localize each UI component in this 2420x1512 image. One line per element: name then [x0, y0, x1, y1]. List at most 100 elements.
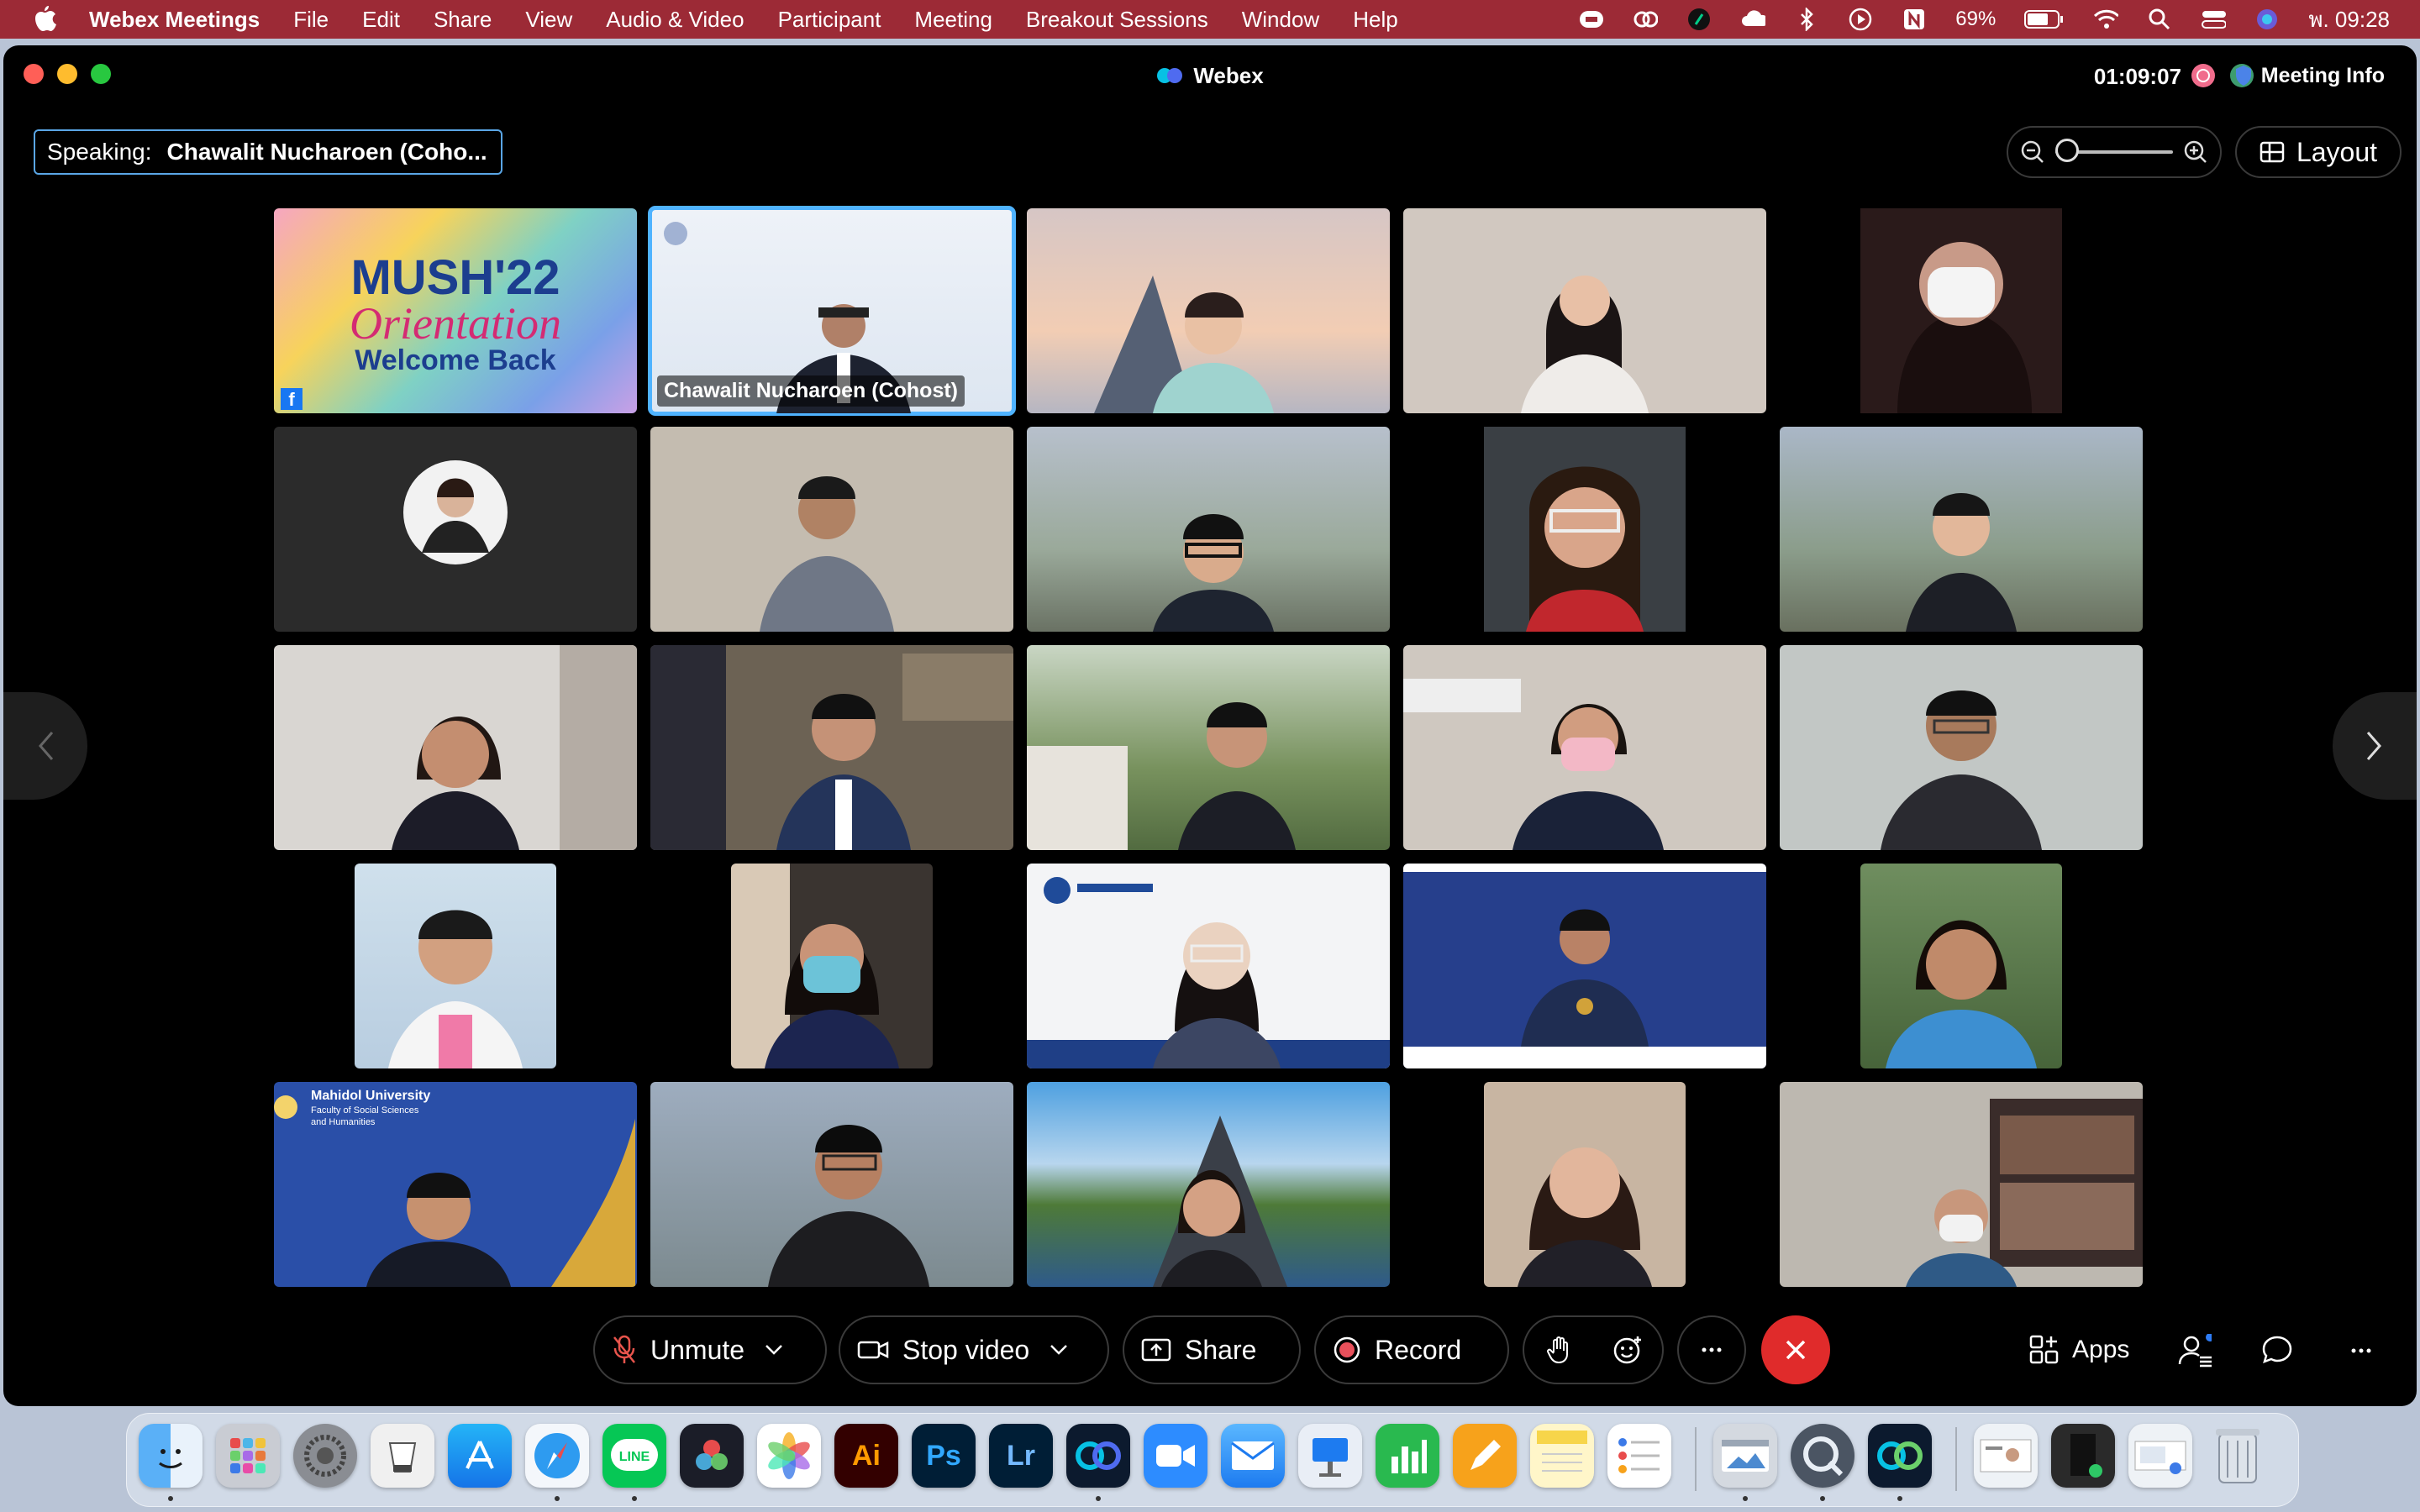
menu-edit[interactable]: Edit [362, 7, 400, 33]
participant-tile[interactable] [1027, 864, 1390, 1068]
menu-breakout-sessions[interactable]: Breakout Sessions [1026, 7, 1208, 33]
participant-tile[interactable]: Mahidol University Faculty of Social Sci… [274, 1082, 637, 1287]
launchpad-icon[interactable] [216, 1424, 280, 1488]
apps-button[interactable]: Apps [2028, 1315, 2129, 1384]
zoom-slider[interactable] [2007, 126, 2222, 178]
preview-window-icon[interactable] [1713, 1424, 1777, 1488]
reminders-icon[interactable] [1607, 1424, 1671, 1488]
participant-tile[interactable] [1780, 208, 2143, 413]
participant-tile[interactable] [1027, 208, 1390, 413]
zoom-track[interactable] [2055, 139, 2173, 162]
participant-tile[interactable] [1403, 864, 1766, 1068]
participant-tile[interactable] [1027, 645, 1390, 850]
participant-tile[interactable] [1780, 645, 2143, 850]
notes-icon[interactable] [1530, 1424, 1594, 1488]
system-settings-icon[interactable] [293, 1424, 357, 1488]
participant-tile[interactable] [1780, 1082, 2143, 1287]
quicktime-icon[interactable] [1791, 1424, 1854, 1488]
creative-cloud-icon[interactable] [1633, 7, 1659, 32]
mail-icon[interactable] [1221, 1424, 1285, 1488]
illustrator-icon[interactable]: Ai [834, 1424, 898, 1488]
recording-indicator-icon[interactable] [2191, 64, 2215, 87]
spotlight-search-icon[interactable] [2147, 7, 2172, 32]
app-store-icon[interactable] [448, 1424, 512, 1488]
participant-tile[interactable] [1027, 427, 1390, 632]
participant-tile[interactable] [1027, 1082, 1390, 1287]
meeting-info-button[interactable]: Meeting Info [2234, 60, 2385, 91]
cloud-icon[interactable] [1740, 7, 1766, 32]
participant-tile[interactable] [650, 645, 1013, 850]
participant-tile[interactable]: MUSH'22 Orientation Welcome Back f [274, 208, 637, 413]
more-menu-button[interactable] [2344, 1334, 2378, 1368]
participant-tile[interactable] [731, 864, 933, 1068]
menu-participant[interactable]: Participant [778, 7, 881, 33]
participant-tile[interactable] [650, 1082, 1013, 1287]
participant-tile[interactable] [274, 645, 637, 850]
menu-view[interactable]: View [525, 7, 572, 33]
control-center-icon[interactable] [2201, 7, 2227, 32]
trash-icon[interactable] [2206, 1424, 2270, 1488]
grammarly-icon[interactable] [1686, 7, 1712, 32]
end-call-button[interactable] [1761, 1315, 1830, 1384]
participant-tile[interactable] [274, 427, 637, 632]
pages-icon[interactable] [1453, 1424, 1517, 1488]
previous-page-button[interactable] [3, 692, 87, 800]
safari-icon[interactable] [525, 1424, 589, 1488]
davinci-icon[interactable] [680, 1424, 744, 1488]
webex-icon[interactable] [1066, 1424, 1130, 1488]
participant-tile[interactable] [1484, 1082, 1686, 1287]
line-icon[interactable]: LINE [602, 1424, 666, 1488]
raise-hand-button[interactable] [1524, 1317, 1593, 1383]
play-circle-icon[interactable] [1848, 7, 1873, 32]
zoom-icon[interactable] [1144, 1424, 1207, 1488]
menu-meeting[interactable]: Meeting [914, 7, 992, 33]
webex-meetings-icon[interactable] [1868, 1424, 1932, 1488]
photos-icon[interactable] [757, 1424, 821, 1488]
menu-app-name[interactable]: Webex Meetings [89, 7, 260, 33]
unmute-button[interactable]: Unmute [593, 1315, 827, 1384]
battery-icon[interactable] [2024, 7, 2065, 32]
participant-tile[interactable] [1403, 208, 1766, 413]
recent-thumbnail-2[interactable] [2051, 1424, 2115, 1488]
chevron-down-icon[interactable] [1050, 1344, 1068, 1356]
zoom-knob[interactable] [2055, 139, 2079, 162]
preview-icon[interactable] [371, 1424, 434, 1488]
finder-icon[interactable] [139, 1424, 203, 1488]
notion-icon[interactable] [1902, 7, 1927, 32]
participant-tile[interactable] [650, 427, 1013, 632]
siri-icon[interactable] [2254, 7, 2280, 32]
menu-file[interactable]: File [293, 7, 329, 33]
participant-tile[interactable] [355, 864, 556, 1068]
share-button[interactable]: Share [1123, 1315, 1301, 1384]
participants-button[interactable] [2178, 1334, 2212, 1368]
chat-button[interactable] [2260, 1334, 2294, 1368]
stop-video-button[interactable]: Stop video [839, 1315, 1109, 1384]
numbers-icon[interactable] [1376, 1424, 1439, 1488]
lightroom-icon[interactable]: Lr [989, 1424, 1053, 1488]
participant-tile[interactable]: Chawalit Nucharoen (Cohost) [648, 206, 1016, 416]
recent-thumbnail-3[interactable] [2128, 1424, 2192, 1488]
menubar-clock[interactable]: พ. 09:28 [2308, 3, 2390, 37]
zoom-in-icon[interactable] [2183, 139, 2208, 165]
keynote-icon[interactable] [1298, 1424, 1362, 1488]
more-options-button[interactable] [1677, 1315, 1746, 1384]
participant-tile[interactable] [1780, 427, 2143, 632]
recent-thumbnail-1[interactable] [1974, 1424, 2038, 1488]
zoom-out-icon[interactable] [2020, 139, 2045, 165]
menu-window[interactable]: Window [1242, 7, 1319, 33]
participant-tile[interactable] [1403, 427, 1766, 632]
bluetooth-icon[interactable] [1794, 7, 1819, 32]
menu-help[interactable]: Help [1353, 7, 1397, 33]
reactions-button[interactable] [1593, 1317, 1662, 1383]
menu-share[interactable]: Share [434, 7, 492, 33]
participant-tile[interactable] [1403, 645, 1766, 850]
apple-icon[interactable] [30, 5, 59, 34]
photoshop-icon[interactable]: Ps [912, 1424, 976, 1488]
menu-audio-video[interactable]: Audio & Video [606, 7, 744, 33]
next-page-button[interactable] [2333, 692, 2417, 800]
line-status-icon[interactable] [1579, 7, 1604, 32]
participant-tile[interactable] [1860, 864, 2062, 1068]
record-button[interactable]: Record [1314, 1315, 1509, 1384]
wifi-icon[interactable] [2093, 7, 2119, 32]
chevron-down-icon[interactable] [765, 1344, 783, 1356]
